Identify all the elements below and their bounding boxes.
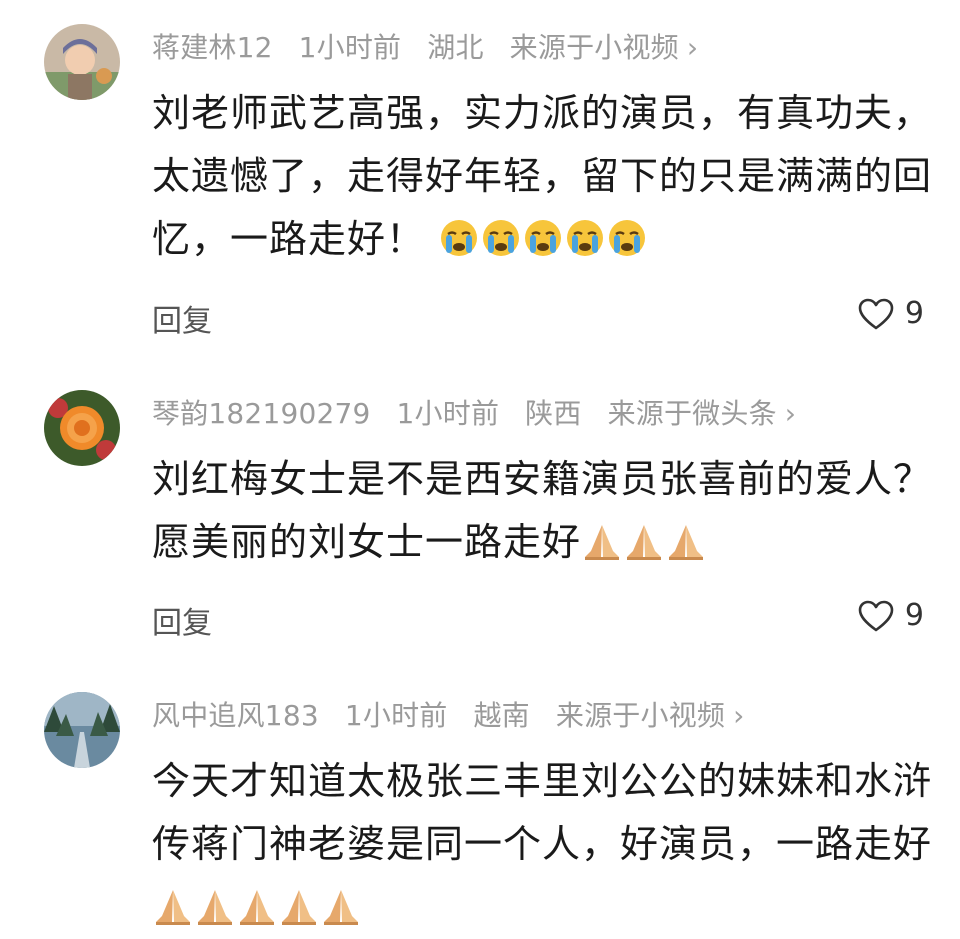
comment-text: 今天才知道太极张三丰里刘公公的妹妹和水浒传蒋门神老婆是同一个人，好演员，一路走好 xyxy=(152,750,942,939)
comment-body: 今天才知道太极张三丰里刘公公的妹妹和水浒传蒋门神老婆是同一个人，好演员，一路走好 xyxy=(152,759,933,866)
comment-meta: 风中追风183 1小时前 越南 来源于小视频 › xyxy=(152,694,771,734)
chevron-right-icon[interactable]: › xyxy=(733,699,744,732)
comment-source[interactable]: 来源于小视频 xyxy=(510,31,679,64)
crying-face-icon xyxy=(567,220,604,256)
crying-face-icon xyxy=(525,220,562,256)
like-button[interactable]: 9 xyxy=(857,598,924,633)
like-count: 9 xyxy=(904,296,924,331)
comment-time: 1小时前 xyxy=(396,397,500,430)
comment-source[interactable]: 来源于小视频 xyxy=(556,699,725,732)
folded-hands-icon xyxy=(240,890,274,925)
folded-hands-icon xyxy=(669,525,704,560)
crying-face-icon xyxy=(483,220,520,256)
avatar-image xyxy=(44,692,120,768)
comment-body: 刘红梅女士是不是西安籍演员张喜前的爱人？愿美丽的刘女士一路走好 xyxy=(152,457,933,564)
crying-face-icon xyxy=(609,220,646,256)
comment-time: 1小时前 xyxy=(298,31,402,64)
emoji-group xyxy=(438,217,648,261)
folded-hands-icon xyxy=(324,890,358,925)
comment-location: 越南 xyxy=(473,699,530,732)
heart-icon xyxy=(858,600,894,631)
folded-hands-icon xyxy=(156,890,190,925)
user-avatar[interactable] xyxy=(44,692,120,768)
heart-icon xyxy=(858,298,894,329)
reply-button[interactable]: 回复 xyxy=(152,296,212,340)
avatar-image xyxy=(44,24,120,100)
like-button[interactable]: 9 xyxy=(857,296,924,331)
chevron-right-icon[interactable]: › xyxy=(785,397,796,430)
crying-face-icon xyxy=(441,220,478,256)
emoji-group xyxy=(581,520,707,564)
user-avatar[interactable] xyxy=(44,390,120,466)
like-count: 9 xyxy=(904,598,924,633)
comment-text: 刘老师武艺高强，实力派的演员，有真功夫，太遗憾了，走得好年轻，留下的只是满满的回… xyxy=(152,82,942,271)
avatar-image xyxy=(44,390,120,466)
reply-button[interactable]: 回复 xyxy=(152,598,212,642)
emoji-group xyxy=(152,885,362,929)
user-avatar[interactable] xyxy=(44,24,120,100)
chevron-right-icon[interactable]: › xyxy=(687,31,698,64)
username[interactable]: 琴韵182190279 xyxy=(152,397,371,430)
folded-hands-icon xyxy=(282,890,316,925)
folded-hands-icon xyxy=(627,525,662,560)
folded-hands-icon xyxy=(198,890,232,925)
comment-time: 1小时前 xyxy=(344,699,448,732)
username[interactable]: 蒋建林12 xyxy=(152,31,273,64)
comment-location: 湖北 xyxy=(427,31,484,64)
comment-source[interactable]: 来源于微头条 xyxy=(608,397,777,430)
comment-location: 陕西 xyxy=(525,397,582,430)
comment-meta: 蒋建林12 1小时前 湖北 来源于小视频 › xyxy=(152,26,724,66)
comment-meta: 琴韵182190279 1小时前 陕西 来源于微头条 › xyxy=(152,392,822,432)
folded-hands-icon xyxy=(585,525,620,560)
username[interactable]: 风中追风183 xyxy=(152,699,319,732)
comment-text: 刘红梅女士是不是西安籍演员张喜前的爱人？愿美丽的刘女士一路走好 xyxy=(152,448,942,574)
